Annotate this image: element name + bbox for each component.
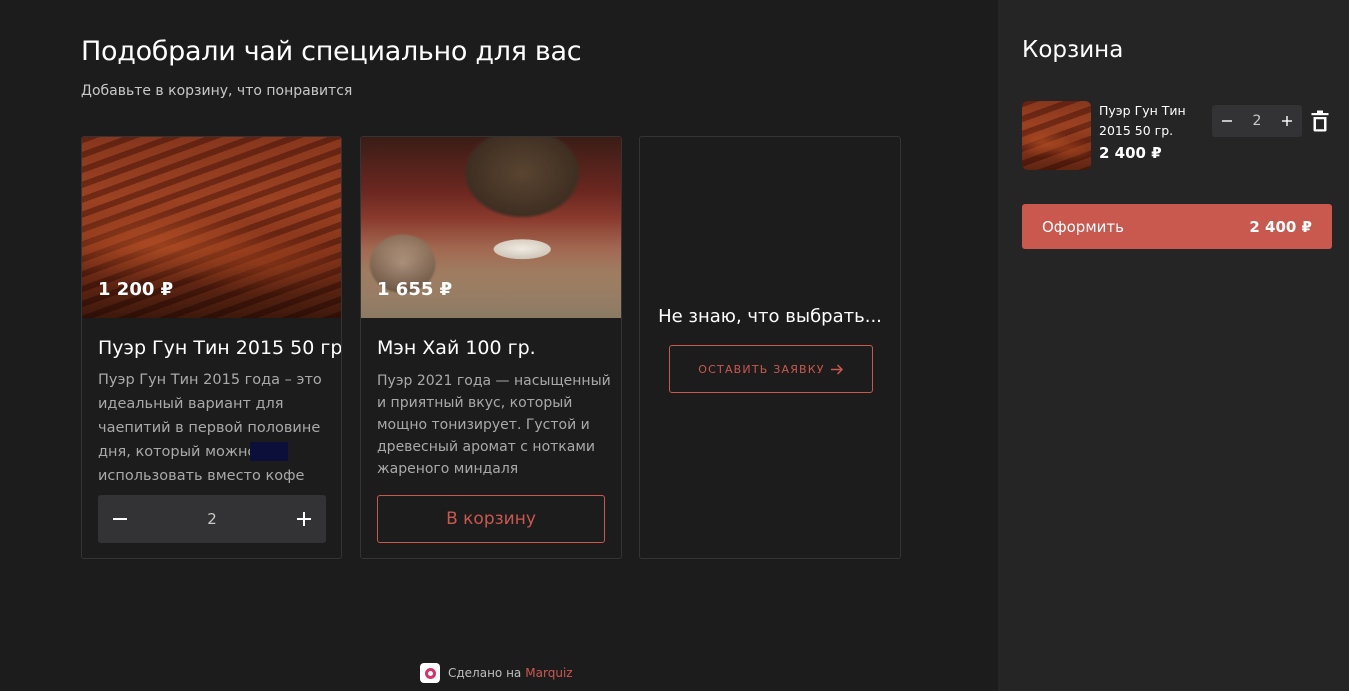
cart-sidebar: Корзина Пуэр Гун Тин 2015 50 гр. 2 400 ₽… — [998, 0, 1349, 691]
plus-icon — [297, 512, 311, 526]
cart-increment-button[interactable] — [1272, 105, 1302, 137]
minus-icon — [113, 518, 127, 520]
redaction-block — [250, 442, 288, 461]
increment-button[interactable] — [282, 495, 326, 543]
footer-made-on: Сделано на — [448, 666, 522, 680]
checkout-label: Оформить — [1042, 217, 1124, 236]
cart-quantity-value: 2 — [1252, 113, 1262, 129]
quantity-value: 2 — [207, 510, 217, 528]
product-price: 1 200 ₽ — [98, 279, 174, 300]
product-price: 1 655 ₽ — [377, 279, 453, 300]
plus-icon — [1282, 116, 1292, 126]
cart-item-image — [1022, 101, 1091, 170]
trash-icon[interactable] — [1311, 110, 1329, 132]
product-name: Пуэр Гун Тин 2015 50 гр. — [98, 337, 342, 359]
product-description: Пуэр 2021 года — насыщенный и приятный в… — [377, 373, 611, 477]
help-card: Не знаю, что выбрать... ОСТАВИТЬ ЗАЯВКУ — [639, 136, 901, 559]
cart-item-name: Пуэр Гун Тин 2015 50 гр. — [1099, 103, 1186, 138]
decrement-button[interactable] — [98, 495, 142, 543]
quantity-stepper: 2 — [98, 495, 326, 543]
page-title: Подобрали чай специально для вас — [81, 36, 582, 67]
footer: Сделано на Marquiz — [420, 663, 573, 683]
help-card-title: Не знаю, что выбрать... — [658, 306, 882, 327]
marquiz-logo-icon — [420, 663, 440, 683]
cart-decrement-button[interactable] — [1212, 105, 1242, 137]
minus-icon — [1222, 120, 1232, 122]
checkout-button[interactable]: Оформить 2 400 ₽ — [1022, 204, 1332, 249]
cart-item-price: 2 400 ₽ — [1099, 144, 1162, 162]
footer-brand-link[interactable]: Marquiz — [525, 666, 572, 680]
arrow-right-icon — [830, 363, 843, 375]
product-card: 1 200 ₽ Пуэр Гун Тин 2015 50 гр. Пуэр Гу… — [81, 136, 342, 559]
main-content: Подобрали чай специально для вас Добавьт… — [0, 0, 998, 691]
cart-quantity-stepper: 2 — [1212, 105, 1302, 137]
product-card: 1 655 ₽ Мэн Хай 100 гр. Пуэр 2021 года —… — [360, 136, 622, 559]
add-to-cart-button[interactable]: В корзину — [377, 495, 605, 543]
checkout-total: 2 400 ₽ — [1249, 217, 1312, 236]
leave-request-button[interactable]: ОСТАВИТЬ ЗАЯВКУ — [669, 345, 873, 393]
cart-title: Корзина — [1022, 37, 1124, 63]
product-description: Пуэр Гун Тин 2015 года – это идеальный в… — [98, 372, 322, 484]
page-subtitle: Добавьте в корзину, что понравится — [81, 83, 353, 99]
product-name: Мэн Хай 100 гр. — [377, 337, 536, 359]
leave-request-label: ОСТАВИТЬ ЗАЯВКУ — [698, 362, 825, 376]
